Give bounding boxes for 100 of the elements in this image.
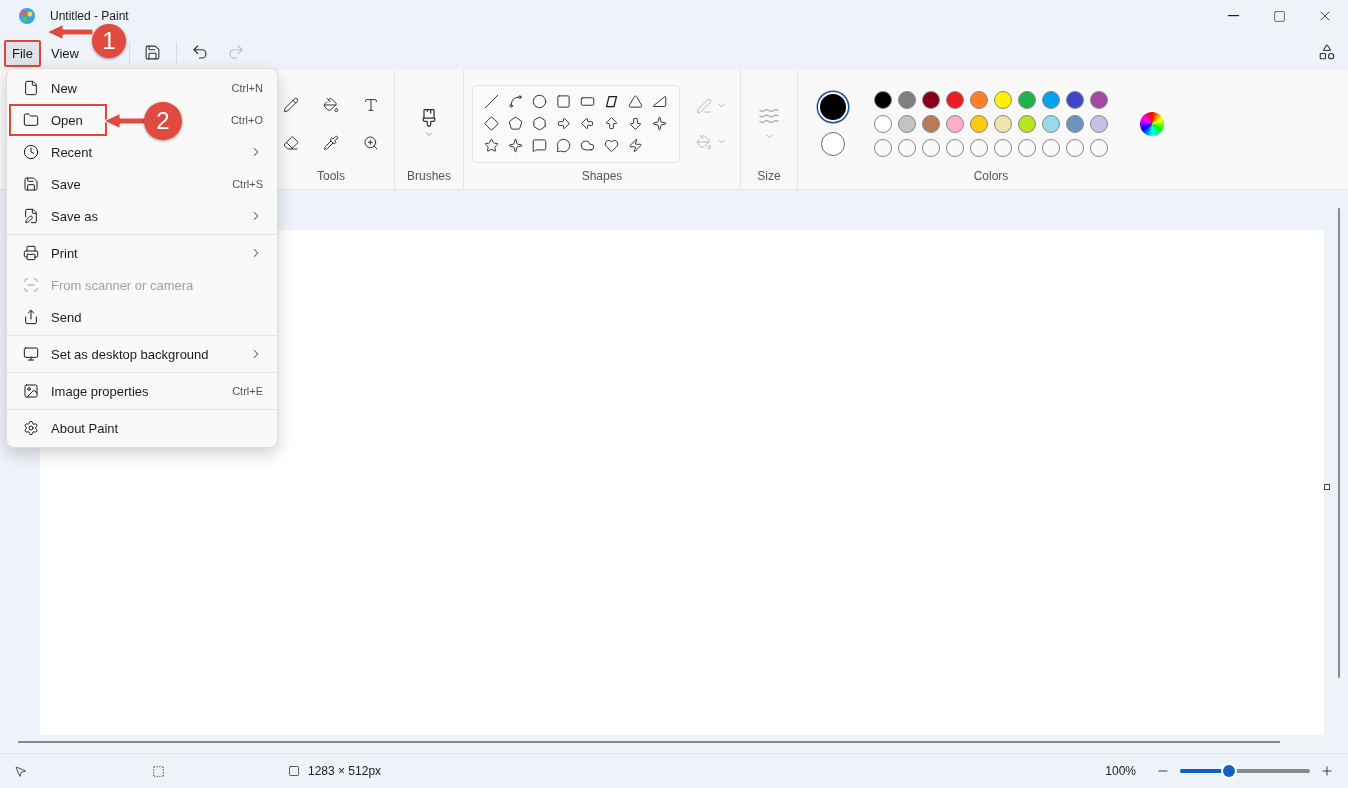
four-point-star-icon (652, 116, 667, 131)
cloud-bubble-icon (580, 138, 595, 153)
triangle-icon (628, 94, 643, 109)
menu-item[interactable]: About Paint (9, 412, 133, 444)
group-label: Shapes (581, 169, 623, 183)
hexagon-icon (532, 116, 547, 131)
diamond-icon (484, 116, 499, 131)
color-swatch[interactable] (922, 114, 940, 133)
secondary-color[interactable] (821, 131, 845, 156)
color-swatch[interactable] (970, 114, 988, 133)
magnifier-icon (363, 133, 379, 152)
undo-icon (190, 43, 209, 61)
color-swatch[interactable] (1018, 114, 1036, 133)
curve-icon (508, 94, 523, 109)
color-swatch[interactable] (1042, 90, 1060, 109)
color-swatch[interactable] (874, 90, 892, 109)
selection-icon (152, 764, 165, 778)
color-picker-icon (323, 133, 339, 152)
horizontal-scrollbar[interactable] (18, 741, 1280, 743)
canvas-size-text: 1283 × 512px (308, 764, 382, 778)
shortcut-text: Ctrl+E (232, 385, 264, 397)
folder-icon (23, 112, 39, 128)
primary-color[interactable] (818, 91, 848, 122)
share-icon (23, 309, 39, 325)
save-icon (23, 176, 39, 192)
settings-icon (23, 420, 39, 436)
down-arrow-icon (628, 116, 643, 131)
color-swatch[interactable] (1066, 114, 1084, 133)
paint-app-icon (18, 7, 36, 25)
printer-icon (23, 245, 39, 261)
left-arrow-icon (580, 116, 595, 131)
color-swatch[interactable] (1066, 90, 1084, 109)
color-swatch[interactable] (1018, 90, 1036, 109)
group-label: Tools (317, 169, 345, 183)
paint-bucket-icon (695, 133, 712, 150)
canvas-size-icon (288, 765, 300, 777)
slider-thumb[interactable] (1223, 765, 1236, 777)
shortcut-text: Ctrl+N (231, 82, 264, 94)
save-as-icon (23, 208, 39, 224)
heart-icon (604, 138, 619, 153)
menu-item[interactable]: Set as desktop background (9, 338, 223, 370)
lightning-icon (628, 138, 643, 153)
redo-icon (226, 43, 245, 61)
zoom-in-button[interactable] (1320, 764, 1334, 778)
color-swatch[interactable] (898, 114, 916, 133)
shortcut-text: Ctrl+O (230, 114, 264, 126)
group-label: Brushes (407, 169, 451, 183)
menu-item[interactable]: Save (9, 168, 95, 200)
step-badge: 1 (92, 24, 126, 58)
color-swatch[interactable] (1090, 114, 1108, 133)
menu-item[interactable]: Recent (9, 136, 107, 168)
menu-button[interactable]: View (42, 40, 87, 67)
eraser-icon (283, 133, 299, 152)
pentagon-icon (508, 116, 523, 131)
shortcut-text: Ctrl+S (232, 178, 264, 190)
color-swatch[interactable] (946, 90, 964, 109)
menu-button[interactable]: File (4, 40, 41, 67)
menu-item[interactable]: New (9, 72, 91, 104)
right-triangle-icon (652, 94, 667, 109)
image-icon (23, 383, 39, 399)
rectangle-icon (556, 94, 571, 109)
color-swatch[interactable] (874, 114, 892, 133)
document-icon (23, 80, 39, 96)
parallelogram-icon (604, 94, 619, 109)
pencil-icon (283, 95, 299, 114)
speech-bubble-icon (532, 138, 547, 153)
color-swatch[interactable] (946, 114, 964, 133)
color-swatch[interactable] (898, 90, 916, 109)
menu-item: From scanner or camera (9, 269, 208, 301)
rounded-rectangle-icon (580, 94, 595, 109)
window-title: Untitled - Paint (50, 9, 129, 23)
monitor-icon (23, 346, 39, 362)
color-swatch[interactable] (994, 90, 1012, 109)
save-icon (144, 43, 162, 61)
color-swatch[interactable] (970, 90, 988, 109)
menu-item[interactable]: Open (9, 104, 107, 136)
zoom-text: 100% (1105, 764, 1136, 778)
menu-item[interactable]: Image properties (9, 375, 163, 407)
callout-arrow (47, 24, 93, 40)
maximize-icon (1272, 9, 1286, 23)
right-arrow-icon (556, 116, 571, 131)
menu-item[interactable]: Print (9, 237, 92, 269)
group-label: Colors (973, 169, 1009, 183)
resize-handle[interactable] (1324, 484, 1330, 490)
up-arrow-icon (604, 116, 619, 131)
pen-icon (695, 97, 712, 114)
color-swatch[interactable] (1042, 114, 1060, 133)
vertical-scrollbar[interactable] (1338, 208, 1340, 678)
shapes-icon (1318, 43, 1336, 61)
paint-bucket-icon (323, 95, 339, 114)
clock-icon (23, 144, 39, 160)
line-icon (484, 94, 499, 109)
color-wheel-button[interactable] (1140, 111, 1164, 136)
color-swatch[interactable] (1090, 90, 1108, 109)
minimize-icon (1227, 15, 1239, 17)
color-swatch[interactable] (994, 114, 1012, 133)
group-label: Size (757, 169, 781, 183)
menu-item[interactable]: Send (9, 301, 96, 333)
menu-item[interactable]: Save as (9, 200, 112, 232)
color-swatch[interactable] (922, 90, 940, 109)
